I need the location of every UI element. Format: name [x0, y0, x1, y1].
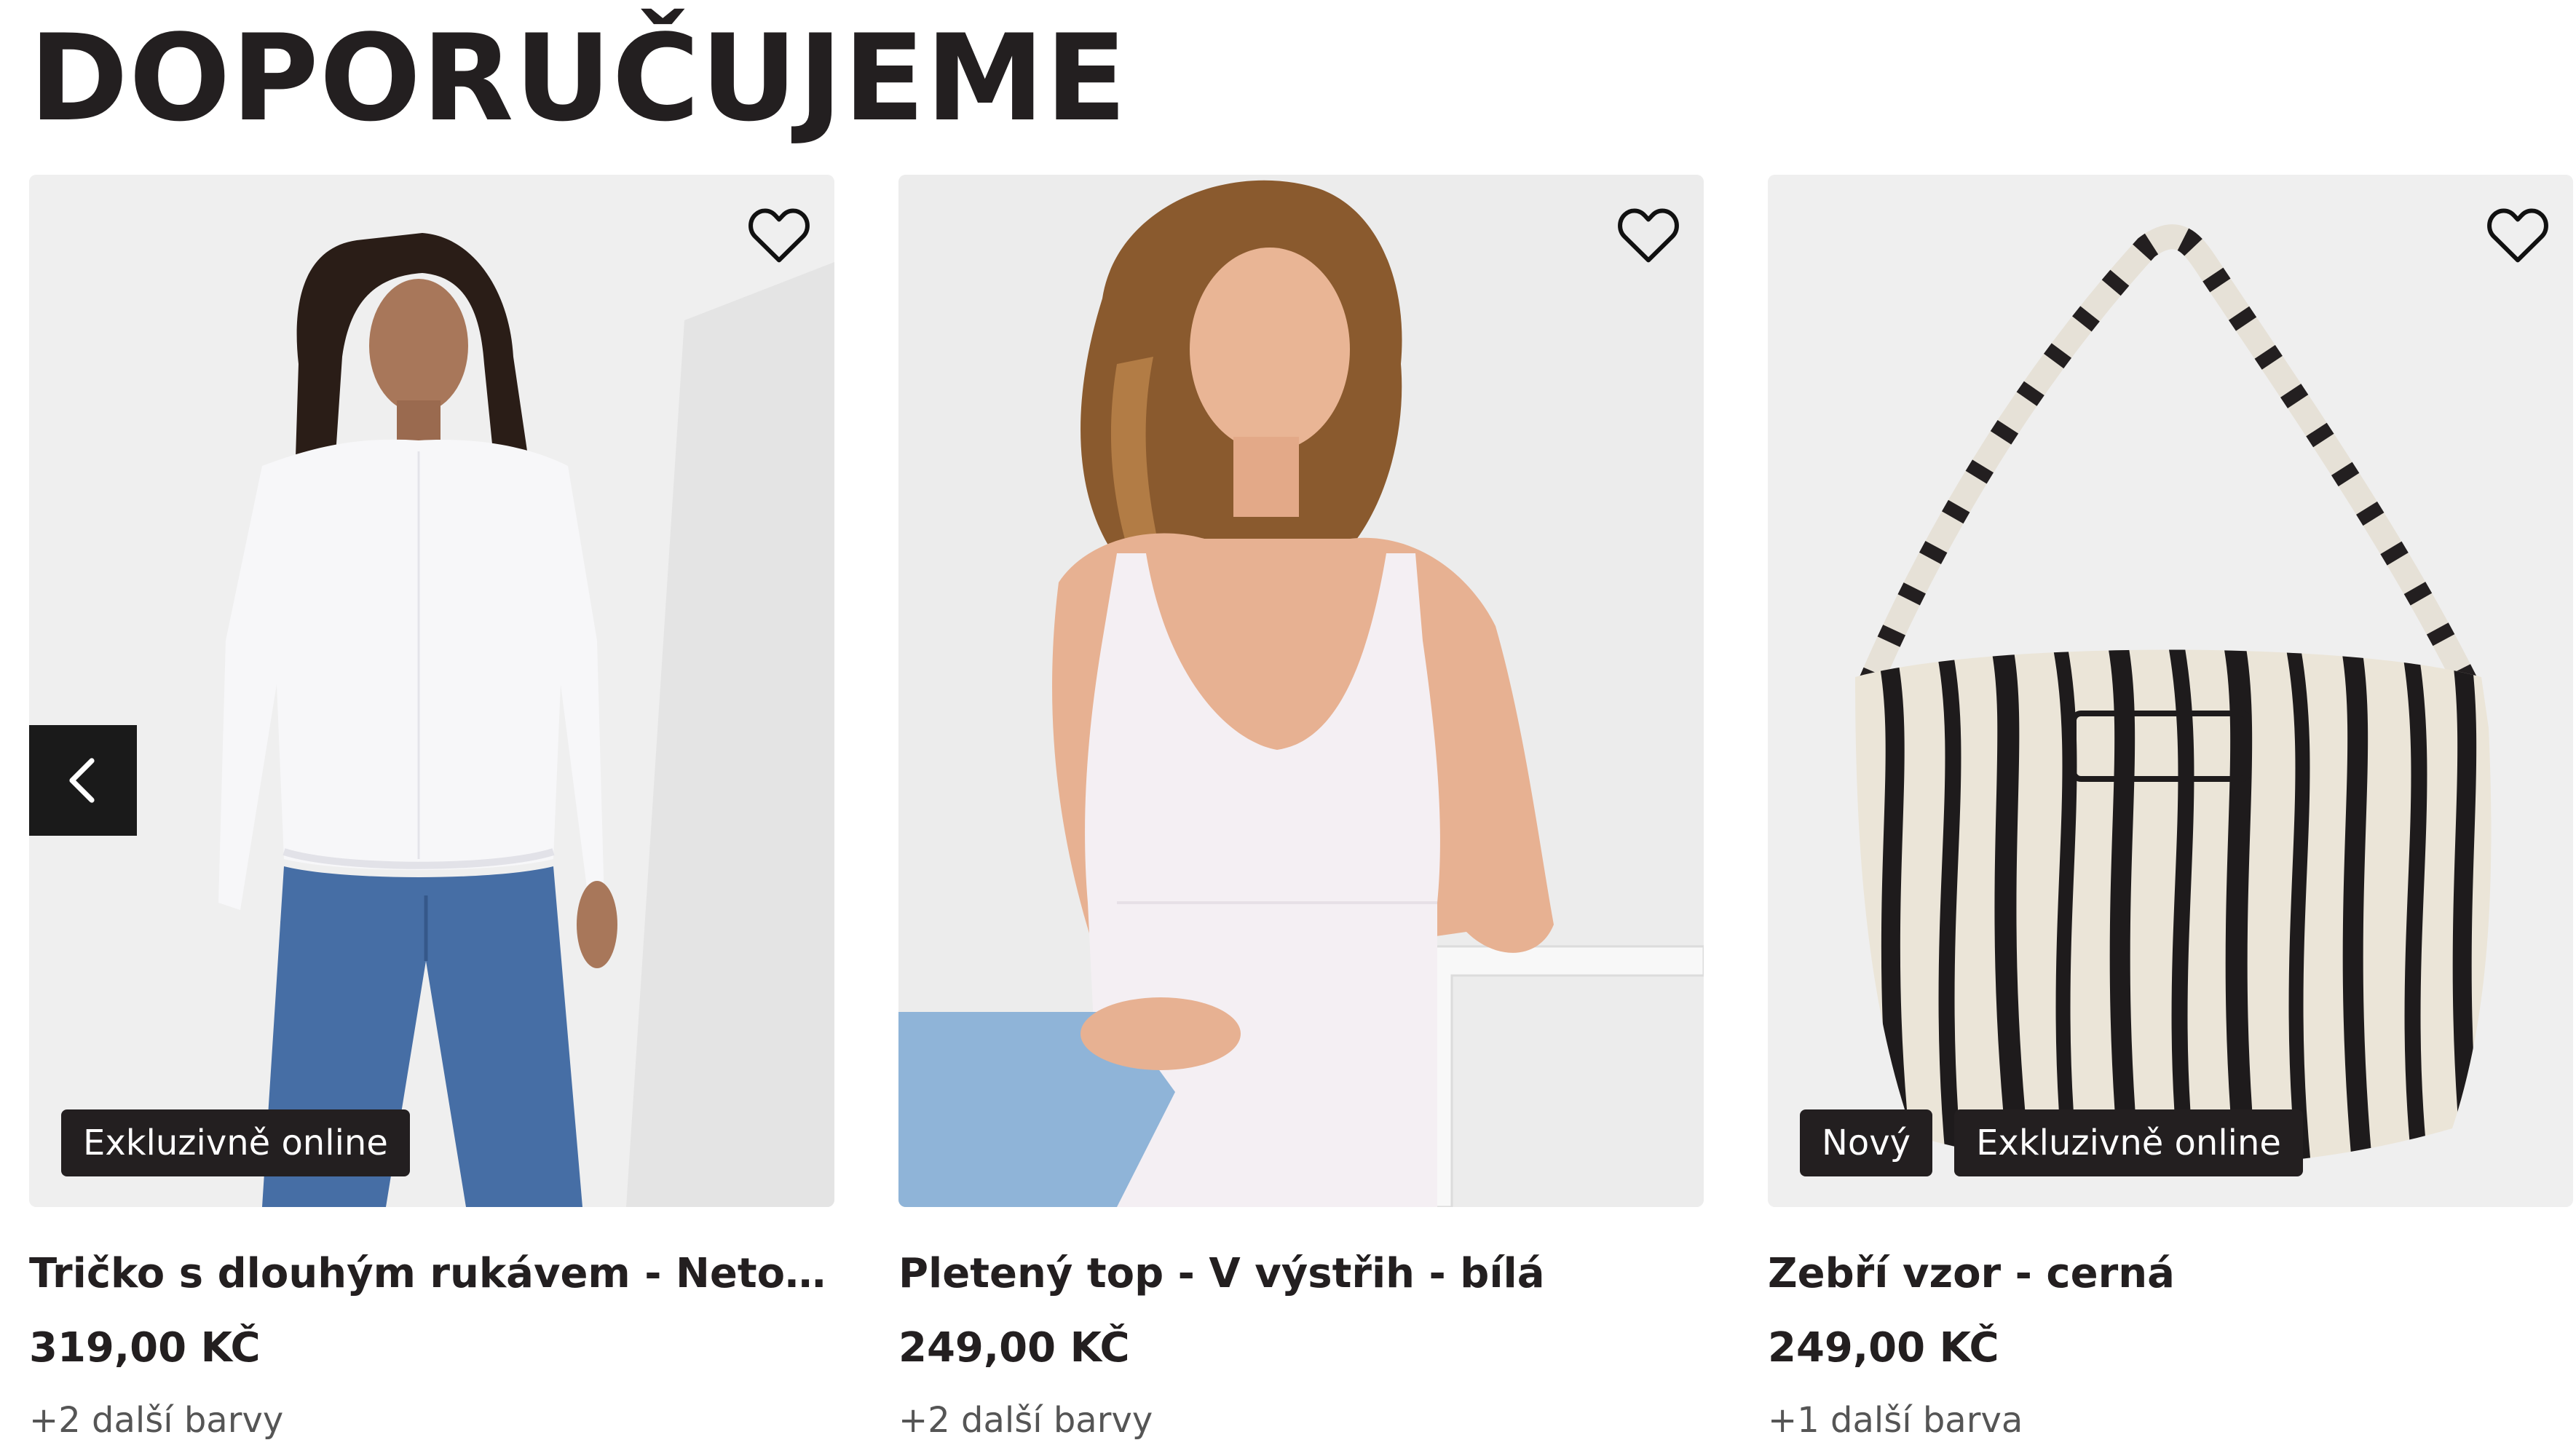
product-name[interactable]: Pletený top - V výstřih - bílá [898, 1245, 1704, 1303]
carousel-prev-button[interactable] [29, 725, 137, 836]
section-title: DOPORUČUJEME [29, 9, 1128, 148]
product-image[interactable]: Nový Exkluzivně online [1768, 175, 2573, 1207]
badge-new: Nový [1800, 1109, 1933, 1176]
heart-outline-icon [1618, 208, 1679, 263]
heart-outline-icon [748, 208, 810, 263]
favorite-button[interactable] [2480, 199, 2556, 269]
badge-online-exclusive: Exkluzivně online [61, 1109, 410, 1176]
favorite-button[interactable] [741, 199, 817, 269]
favorite-button[interactable] [1611, 199, 1686, 269]
zebra-bag-photo [1768, 175, 2573, 1207]
more-colors-link[interactable]: +2 další barvy [29, 1395, 283, 1446]
product-price: 249,00 KČ [898, 1324, 1130, 1372]
product-name[interactable]: Zebří vzor - cerná [1768, 1245, 2573, 1303]
product-card[interactable]: Nový Exkluzivně online Zebří vzor - cern… [1768, 175, 2573, 1456]
heart-outline-icon [2487, 208, 2548, 263]
product-image[interactable] [898, 175, 1704, 1207]
product-price: 319,00 KČ [29, 1324, 261, 1372]
model-photo-white-longsleeve [29, 175, 834, 1207]
model-photo-knit-top [898, 175, 1704, 1207]
product-price: 249,00 KČ [1768, 1324, 1999, 1372]
more-colors-link[interactable]: +1 další barva [1768, 1395, 2023, 1446]
more-colors-link[interactable]: +2 další barvy [898, 1395, 1153, 1446]
badge-group: Nový Exkluzivně online [1800, 1109, 2303, 1176]
chevron-left-icon [69, 758, 95, 803]
badge-group: Exkluzivně online [61, 1109, 410, 1176]
product-image[interactable]: Exkluzivně online [29, 175, 834, 1207]
product-carousel: Exkluzivně online Tričko s dlouhým rukáv… [0, 175, 2576, 1456]
badge-online-exclusive: Exkluzivně online [1954, 1109, 2303, 1176]
product-card[interactable]: Pletený top - V výstřih - bílá 249,00 KČ… [898, 175, 1704, 1456]
product-card[interactable]: Exkluzivně online Tričko s dlouhým rukáv… [29, 175, 834, 1456]
product-name[interactable]: Tričko s dlouhým rukávem - Netopýří r... [29, 1245, 834, 1303]
